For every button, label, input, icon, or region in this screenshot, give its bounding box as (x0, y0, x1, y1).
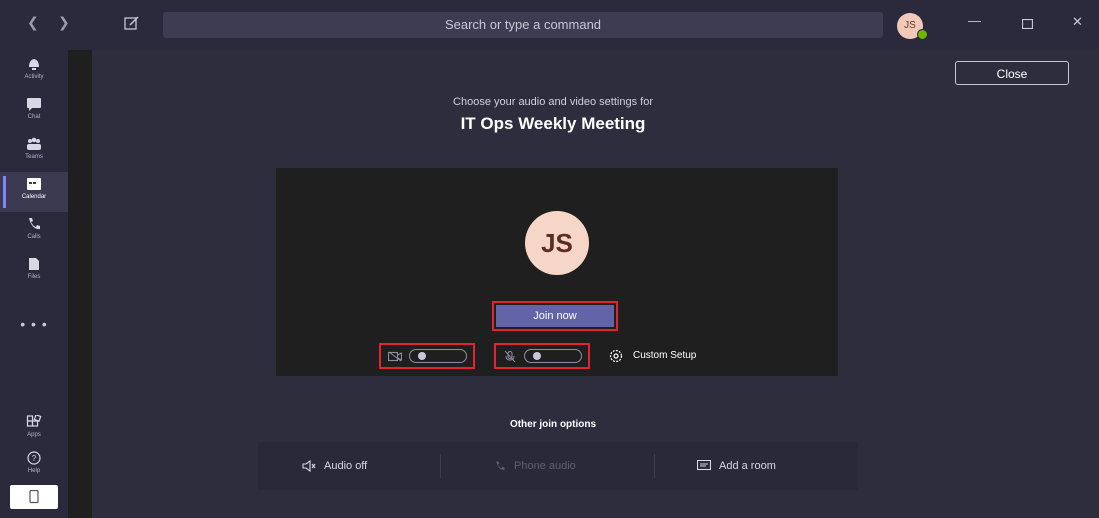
divider (654, 454, 655, 478)
other-join-options: Audio off Phone audio Add a room (258, 442, 858, 490)
more-apps-button[interactable]: • • • (0, 316, 68, 332)
join-now-button[interactable]: Join now (496, 305, 614, 327)
rail-label: Calendar (21, 194, 47, 200)
other-join-options-heading: Other join options (509, 419, 597, 430)
teams-icon (27, 137, 41, 150)
video-camera-icon (388, 351, 402, 362)
phone-icon (29, 218, 40, 230)
video-toggle[interactable] (409, 349, 467, 363)
mic-toggle-group (494, 343, 590, 369)
svg-text:?: ? (32, 454, 37, 463)
app-rail: Activity Chat Teams Calendar Calls Files… (0, 50, 68, 518)
phone-audio-option: Phone audio (494, 442, 576, 490)
rail-label: Apps (27, 432, 41, 438)
bell-icon (29, 59, 39, 70)
rail-label: Files (27, 274, 41, 280)
avatar: JS (525, 211, 589, 275)
meeting-title: IT Ops Weekly Meeting (460, 114, 646, 133)
rail-item-calendar[interactable]: Calendar (0, 172, 68, 212)
mic-toggle[interactable] (524, 349, 582, 363)
compose-icon[interactable] (124, 15, 140, 31)
search-input[interactable]: Search or type a command (163, 12, 883, 38)
rail-item-calls[interactable]: Calls (0, 212, 68, 252)
settings-subtitle: Choose your audio and video settings for (453, 96, 653, 108)
close-button[interactable]: Close (955, 61, 1069, 85)
chevron-left-icon[interactable]: ❮ (27, 14, 39, 31)
option-label: Phone audio (514, 460, 576, 472)
rail-item-apps[interactable]: Apps (0, 410, 68, 450)
rail-label: Chat (27, 114, 41, 120)
title-bar: ❮ ❯ Search or type a command JS — ✕ (0, 0, 1099, 50)
presence-badge (917, 29, 928, 40)
close-icon[interactable]: ✕ (1072, 14, 1083, 30)
phone-icon (496, 461, 505, 470)
file-icon (29, 258, 39, 270)
rail-label: Activity (24, 74, 44, 80)
audio-off-option[interactable]: Audio off (302, 442, 367, 490)
cast-room-icon (696, 460, 712, 471)
video-toggle-group (379, 343, 475, 369)
chat-icon (27, 98, 41, 111)
toggle-knob (533, 352, 541, 360)
mobile-device-icon (29, 490, 39, 504)
rail-item-help[interactable]: ? Help (0, 446, 68, 486)
add-room-option[interactable]: Add a room (696, 442, 776, 490)
gear-icon (609, 349, 623, 363)
custom-setup-label: Custom Setup (633, 350, 697, 361)
rail-label: Teams (25, 154, 43, 160)
divider (440, 454, 441, 478)
help-icon: ? (27, 451, 41, 465)
option-label: Audio off (324, 460, 368, 472)
rail-label: Help (27, 468, 41, 474)
rail-item-teams[interactable]: Teams (0, 132, 68, 172)
search-placeholder: Search or type a command (444, 17, 602, 32)
minimize-icon[interactable]: — (968, 13, 981, 28)
microphone-icon (504, 351, 516, 362)
toggle-knob (418, 352, 426, 360)
option-label: Add a room (719, 460, 776, 472)
apps-icon (26, 415, 42, 427)
maximize-icon[interactable] (1022, 19, 1033, 29)
rail-label: Calls (27, 234, 41, 240)
calendar-icon (27, 178, 41, 190)
device-button[interactable] (10, 485, 58, 509)
rail-item-chat[interactable]: Chat (0, 92, 68, 132)
rail-item-activity[interactable]: Activity (0, 52, 68, 92)
rail-item-files[interactable]: Files (0, 252, 68, 292)
speaker-muted-icon (302, 459, 316, 473)
chevron-right-icon[interactable]: ❯ (58, 14, 70, 31)
